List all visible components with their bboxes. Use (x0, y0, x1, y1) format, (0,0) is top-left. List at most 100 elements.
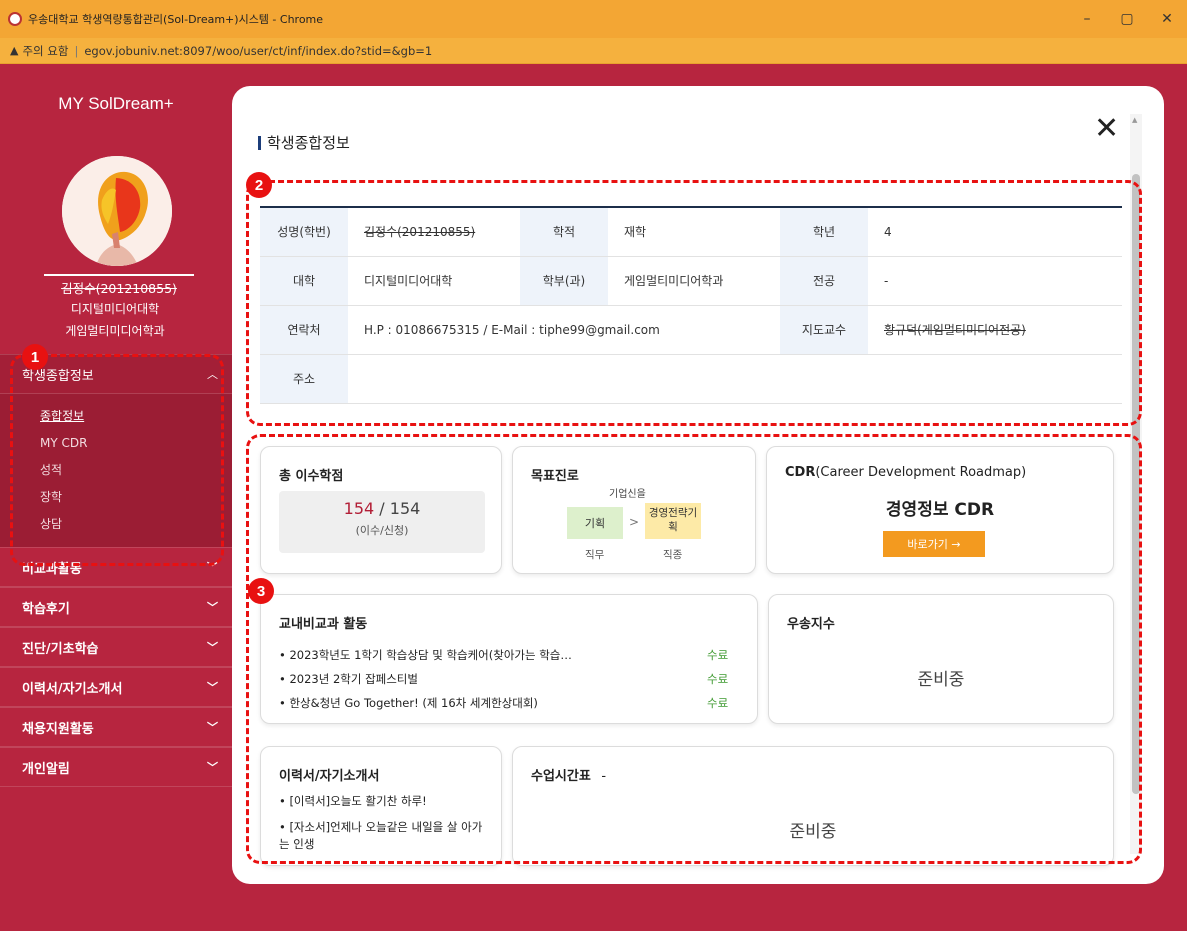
site-favicon-icon (8, 12, 22, 26)
menu-learning-review-label: 학습후기 (22, 601, 70, 617)
dept-value: 게임멀티미디어학과 (608, 256, 780, 306)
window-close-button[interactable]: ✕ (1147, 0, 1187, 38)
advisor-label: 지도교수 (780, 305, 868, 355)
menu-resume[interactable]: 이력서/자기소개서 ﹀ (0, 667, 232, 707)
menu-resume-label: 이력서/자기소개서 (22, 681, 123, 697)
cdr-title-sub: (Career Development Roadmap) (815, 465, 1027, 480)
career-goal-card: 목표진로 기업신을 기획 > 경영전략기획 직무 직종 (512, 446, 756, 574)
timetable-title-text: 수업시간표 (531, 769, 591, 784)
timetable-dash: - (601, 769, 607, 784)
modal-scrollbar[interactable]: ▲ (1130, 114, 1142, 854)
index-card: 우송지수 준비중 (768, 594, 1114, 724)
menu-job-application-label: 채용지원활동 (22, 721, 94, 737)
sidebar: MY SolDream+ 김정수(201210855) 디지털미디어대학 게임멀… (0, 64, 232, 931)
user-department: 게임멀티미디어학과 (65, 324, 165, 338)
credits-card: 총 이수학점 154 / 154 (이수/신청) (260, 446, 502, 574)
list-item[interactable]: • 2023학년도 1학기 학습상담 및 학습케어(찾아가는 학습… 수료 (279, 647, 739, 663)
cdr-shortcut-button[interactable]: 바로가기 → (883, 531, 985, 557)
activity-status: 수료 (707, 672, 729, 686)
student-info-modal: 학생종합정보 ✕ ▲ 성명(학번) 김정수(201210855) 학적 재학 학… (232, 86, 1164, 884)
activities-title: 교내비교과 활동 (279, 617, 368, 632)
timetable-card: 수업시간표 - 준비중 (512, 746, 1114, 866)
credits-numbers: 154 / 154 (279, 499, 485, 518)
submenu-item-grades[interactable]: 성적 (40, 456, 232, 483)
activity-status: 수료 (707, 648, 729, 662)
chevron-down-icon: ﹀ (207, 601, 218, 614)
goal-arrow: > (629, 515, 640, 529)
list-item[interactable]: • [이력서]오늘도 활기찬 하루! (279, 793, 489, 810)
submenu-item-scholarship[interactable]: 장학 (40, 483, 232, 510)
cdr-title-text: CDR (785, 465, 816, 480)
list-item[interactable]: • 한상&청년 Go Together! (제 16차 세계한상대회) 수료 (279, 695, 739, 711)
menu-job-application[interactable]: 채용지원활동 ﹀ (0, 707, 232, 747)
student-info-table: 성명(학번) 김정수(201210855) 학적 재학 학년 4 대학 디지털미… (260, 206, 1122, 404)
maximize-button[interactable]: ▢ (1107, 0, 1147, 38)
annotation-badge-1: 1 (22, 344, 48, 370)
warning-icon: ▲ (10, 44, 19, 57)
address-separator: | (74, 43, 79, 58)
resume-title: 이력서/자기소개서 (279, 769, 380, 784)
modal-title: 학생종합정보 (258, 132, 350, 153)
close-icon[interactable]: ✕ (1094, 114, 1119, 144)
goal-job: 기획 (567, 507, 623, 539)
chevron-down-icon: ﹀ (207, 641, 218, 654)
status-value: 재학 (608, 207, 780, 257)
security-warning-label: 주의 요함 (22, 43, 69, 58)
list-item[interactable]: • [자소서]언제나 오늘같은 내일을 살 아가는 인생 (279, 819, 489, 854)
list-item[interactable]: • 2023년 2학기 잡페스티벌 수료 (279, 671, 739, 687)
activities-card: 교내비교과 활동 • 2023학년도 1학기 학습상담 및 학습케어(찾아가는 … (260, 594, 758, 724)
index-status: 준비중 (917, 670, 965, 690)
credits-applied: 154 (389, 499, 421, 518)
menu-notifications[interactable]: 개인알림 ﹀ (0, 747, 232, 787)
goal-type-label: 직종 (663, 549, 683, 561)
table-row: 대학 디지털미디어대학 학부(과) 게임멀티미디어학과 전공 - (260, 256, 1122, 306)
scrollbar-thumb[interactable] (1132, 174, 1140, 794)
credits-separator: / (374, 499, 390, 518)
scroll-up-icon[interactable]: ▲ (1132, 116, 1137, 124)
credits-title: 총 이수학점 (279, 469, 344, 484)
goal-job-label: 직무 (585, 549, 605, 561)
menu-diagnosis-label: 진단/기초학습 (22, 641, 99, 657)
activity-text: • 한상&청년 Go Together! (제 16차 세계한상대회) (279, 696, 538, 710)
submenu-item-overview[interactable]: 종합정보 (40, 402, 232, 429)
resume-card: 이력서/자기소개서 • [이력서]오늘도 활기찬 하루! • [자소서]언제나 … (260, 746, 502, 866)
table-row: 성명(학번) 김정수(201210855) 학적 재학 학년 4 (260, 207, 1122, 257)
minimize-button[interactable]: – (1067, 0, 1107, 38)
cdr-name: 경영정보 CDR (885, 500, 995, 520)
grade-value: 4 (868, 207, 1122, 257)
contact-label: 연락처 (260, 305, 348, 355)
menu-extracurricular[interactable]: 비교과활동 ﹀ (0, 547, 232, 587)
chevron-down-icon: ﹀ (207, 681, 218, 694)
address-label: 주소 (260, 354, 348, 404)
annotation-badge-3: 3 (248, 578, 274, 604)
activity-text: • 2023학년도 1학기 학습상담 및 학습케어(찾아가는 학습… (279, 648, 572, 662)
index-title: 우송지수 (787, 617, 835, 632)
menu-diagnosis[interactable]: 진단/기초학습 ﹀ (0, 627, 232, 667)
chevron-down-icon: ﹀ (207, 561, 218, 574)
address-value (348, 354, 1122, 404)
user-name: 김정수(201210855) (44, 274, 194, 297)
credits-label: (이수/신청) (355, 524, 409, 537)
window-titlebar: 우송대학교 학생역량통합관리(Sol-Dream+)시스템 - Chrome –… (0, 0, 1187, 38)
name-value: 김정수(201210855) (364, 225, 476, 240)
chevron-down-icon: ﹀ (207, 721, 218, 734)
timetable-status: 준비중 (789, 822, 837, 842)
menu-learning-review[interactable]: 학습후기 ﹀ (0, 587, 232, 627)
table-row: 주소 (260, 354, 1122, 404)
major-label: 전공 (780, 256, 868, 306)
window-title: 우송대학교 학생역량통합관리(Sol-Dream+)시스템 - Chrome (28, 13, 324, 26)
url-text[interactable]: egov.jobuniv.net:8097/woo/user/ct/inf/in… (84, 44, 432, 58)
grade-label: 학년 (780, 207, 868, 257)
cdr-title: CDR(Career Development Roadmap) (785, 465, 1026, 480)
cdr-card: CDR(Career Development Roadmap) 경영정보 CDR… (766, 446, 1114, 574)
submenu-student-info: 종합정보 MY CDR 성적 장학 상담 (0, 394, 232, 547)
chevron-up-icon: ︿ (207, 368, 218, 381)
address-bar[interactable]: ▲ 주의 요함 | egov.jobuniv.net:8097/woo/user… (0, 38, 1187, 64)
menu-notifications-label: 개인알림 (22, 761, 70, 777)
status-label: 학적 (520, 207, 608, 257)
window-controls: – ▢ ✕ (1067, 0, 1187, 38)
annotation-badge-2: 2 (246, 172, 272, 198)
submenu-item-counseling[interactable]: 상담 (40, 510, 232, 537)
college-label: 대학 (260, 256, 348, 306)
submenu-item-my-cdr[interactable]: MY CDR (40, 429, 232, 456)
